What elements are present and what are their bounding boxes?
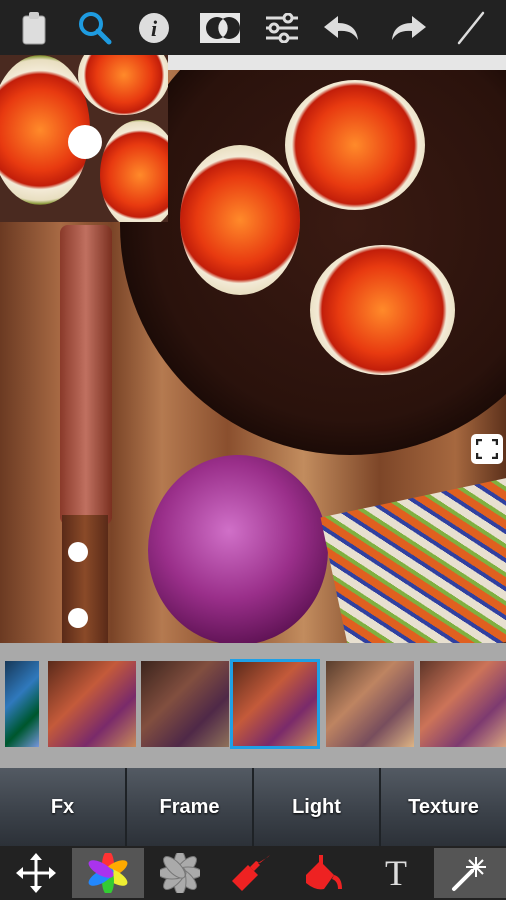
sliders-icon[interactable] [262, 8, 302, 48]
gray-flower-icon[interactable] [144, 848, 216, 898]
text-tool-glyph: T [385, 853, 407, 893]
paint-bucket-icon[interactable] [288, 848, 360, 898]
whole-fig [148, 455, 328, 643]
info-icon[interactable]: i [134, 8, 174, 48]
filter-thumb[interactable] [420, 661, 506, 747]
handle-point[interactable] [68, 542, 88, 562]
handle-point[interactable] [68, 608, 88, 628]
zoom-preview [0, 55, 168, 222]
redo-icon[interactable] [388, 8, 428, 48]
preview-strip [168, 55, 506, 70]
color-pinwheel-icon[interactable] [72, 848, 144, 898]
undo-icon[interactable] [322, 8, 362, 48]
tab-fx[interactable]: Fx [0, 768, 125, 846]
paint-brush-icon[interactable] [216, 848, 288, 898]
move-icon[interactable] [0, 848, 72, 898]
text-icon[interactable]: T [360, 848, 432, 898]
tab-frame[interactable]: Frame [127, 768, 252, 846]
filter-thumb[interactable] [48, 661, 136, 747]
svg-text:i: i [151, 16, 158, 41]
bottom-toolbar: T [0, 846, 506, 900]
knife [60, 225, 112, 525]
fig-half [310, 245, 455, 375]
fig-half [100, 120, 168, 222]
clipboard-icon[interactable] [14, 8, 54, 48]
category-tabs: Fx Frame Light Texture [0, 768, 506, 846]
filter-thumb[interactable] [326, 661, 414, 747]
tab-texture[interactable]: Texture [381, 768, 506, 846]
zoom-cursor[interactable] [68, 125, 102, 159]
filter-thumb-selected[interactable] [230, 659, 320, 749]
brush-icon[interactable] [450, 8, 490, 48]
magic-wand-icon[interactable] [434, 848, 506, 898]
compare-icon[interactable] [200, 8, 240, 48]
filter-thumb[interactable] [5, 661, 39, 747]
fig-half [285, 80, 425, 210]
filter-filmstrip [0, 643, 506, 768]
top-toolbar: i [0, 0, 506, 55]
tab-light[interactable]: Light [254, 768, 379, 846]
cloth [320, 475, 506, 643]
filter-thumb[interactable] [141, 661, 229, 747]
search-icon[interactable] [75, 8, 115, 48]
fullscreen-button[interactable] [471, 434, 503, 464]
fig-half [78, 55, 168, 115]
fig-half [180, 145, 300, 295]
expand-icon [476, 439, 498, 459]
